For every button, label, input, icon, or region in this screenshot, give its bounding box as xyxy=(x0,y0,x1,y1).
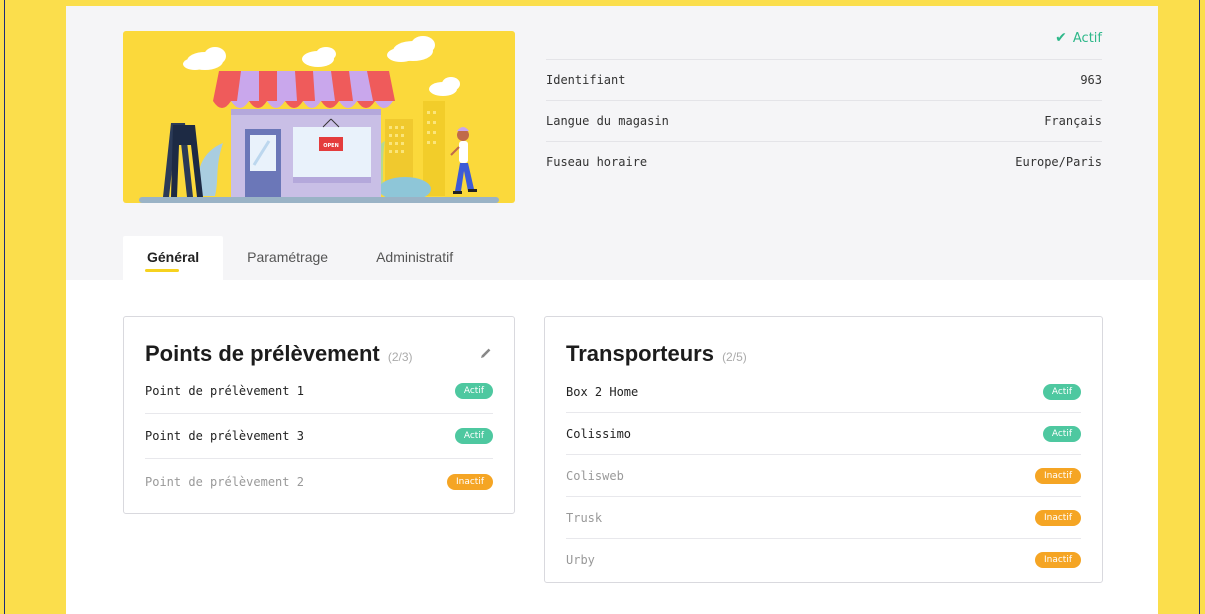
status-badge: Inactif xyxy=(446,473,493,490)
info-label: Langue du magasin xyxy=(546,114,669,128)
tab-label: Administratif xyxy=(376,249,454,265)
list-item[interactable]: Point de prélèvement 3 Actif xyxy=(145,414,493,459)
info-row-identifiant: Identifiant 963 xyxy=(546,59,1102,100)
transporteurs-card-title: Transporteurs (2/5) xyxy=(566,341,747,367)
list-item[interactable]: Point de prélèvement 2 Inactif xyxy=(145,459,493,504)
list-item[interactable]: Urby Inactif xyxy=(566,539,1081,581)
status-badge: Inactif xyxy=(1034,509,1081,526)
points-card: Points de prélèvement (2/3) Point de pré… xyxy=(123,316,515,514)
store-header: OPEN ✔ Actif Identifiant 963 Langue du m… xyxy=(66,6,1158,280)
store-status-label: Actif xyxy=(1072,30,1102,46)
info-value: 963 xyxy=(1080,73,1102,87)
check-icon: ✔ xyxy=(1055,30,1067,46)
right-border xyxy=(1199,0,1200,614)
pencil-icon[interactable] xyxy=(478,345,494,361)
item-label: Colissimo xyxy=(566,426,632,441)
tab-parametrage[interactable]: Paramétrage xyxy=(223,236,352,280)
info-label: Fuseau horaire xyxy=(546,155,648,169)
info-label: Identifiant xyxy=(546,73,626,87)
info-value: Europe/Paris xyxy=(1015,155,1102,169)
points-count: (2/3) xyxy=(387,350,413,364)
store-status: ✔ Actif xyxy=(1055,30,1102,46)
list-item[interactable]: Box 2 Home Actif xyxy=(566,371,1081,413)
status-badge: Actif xyxy=(454,428,493,444)
item-label: Point de prélèvement 2 xyxy=(145,474,304,489)
status-badge: Inactif xyxy=(1034,467,1081,484)
status-badge: Actif xyxy=(1042,383,1081,400)
status-badge: Actif xyxy=(454,383,493,399)
points-title-text: Points de prélèvement xyxy=(145,341,380,366)
list-item[interactable]: Trusk Inactif xyxy=(566,497,1081,539)
item-label: Point de prélèvement 3 xyxy=(145,429,304,443)
transporteurs-list: Box 2 Home Actif Colissimo Actif Coliswe… xyxy=(566,371,1081,581)
transporteurs-title-text: Transporteurs xyxy=(566,341,714,366)
item-label: Box 2 Home xyxy=(566,384,639,399)
item-label: Colisweb xyxy=(566,468,624,483)
info-value: Français xyxy=(1044,114,1102,128)
points-list: Point de prélèvement 1 Actif Point de pr… xyxy=(145,369,493,504)
store-illustration: OPEN xyxy=(123,31,515,203)
item-label: Trusk xyxy=(566,510,603,525)
tab-administratif[interactable]: Administratif xyxy=(352,236,477,280)
info-row-fuseau: Fuseau horaire Europe/Paris xyxy=(546,141,1102,182)
item-label: Point de prélèvement 1 xyxy=(145,384,304,398)
item-label: Urby xyxy=(566,553,595,567)
list-item[interactable]: Colisweb Inactif xyxy=(566,455,1081,497)
tab-bar: Général Paramétrage Administratif xyxy=(123,236,477,280)
info-row-langue: Langue du magasin Français xyxy=(546,100,1102,141)
points-card-title: Points de prélèvement (2/3) xyxy=(145,341,413,367)
active-tab-indicator xyxy=(145,269,179,272)
store-page: OPEN ✔ Actif Identifiant 963 Langue du m… xyxy=(66,6,1158,614)
tab-label: Général xyxy=(147,249,200,265)
left-border xyxy=(4,0,5,614)
open-sign-text: OPEN xyxy=(323,143,339,149)
tab-general[interactable]: Général xyxy=(123,236,224,280)
list-item[interactable]: Colissimo Actif xyxy=(566,413,1081,455)
status-badge: Actif xyxy=(1042,425,1081,442)
list-item[interactable]: Point de prélèvement 1 Actif xyxy=(145,369,493,414)
tab-label: Paramétrage xyxy=(247,249,329,265)
transporteurs-count: (2/5) xyxy=(722,350,747,364)
transporteurs-card: Transporteurs (2/5) Box 2 Home Actif Col… xyxy=(544,316,1103,583)
status-badge: Inactif xyxy=(1034,552,1081,568)
